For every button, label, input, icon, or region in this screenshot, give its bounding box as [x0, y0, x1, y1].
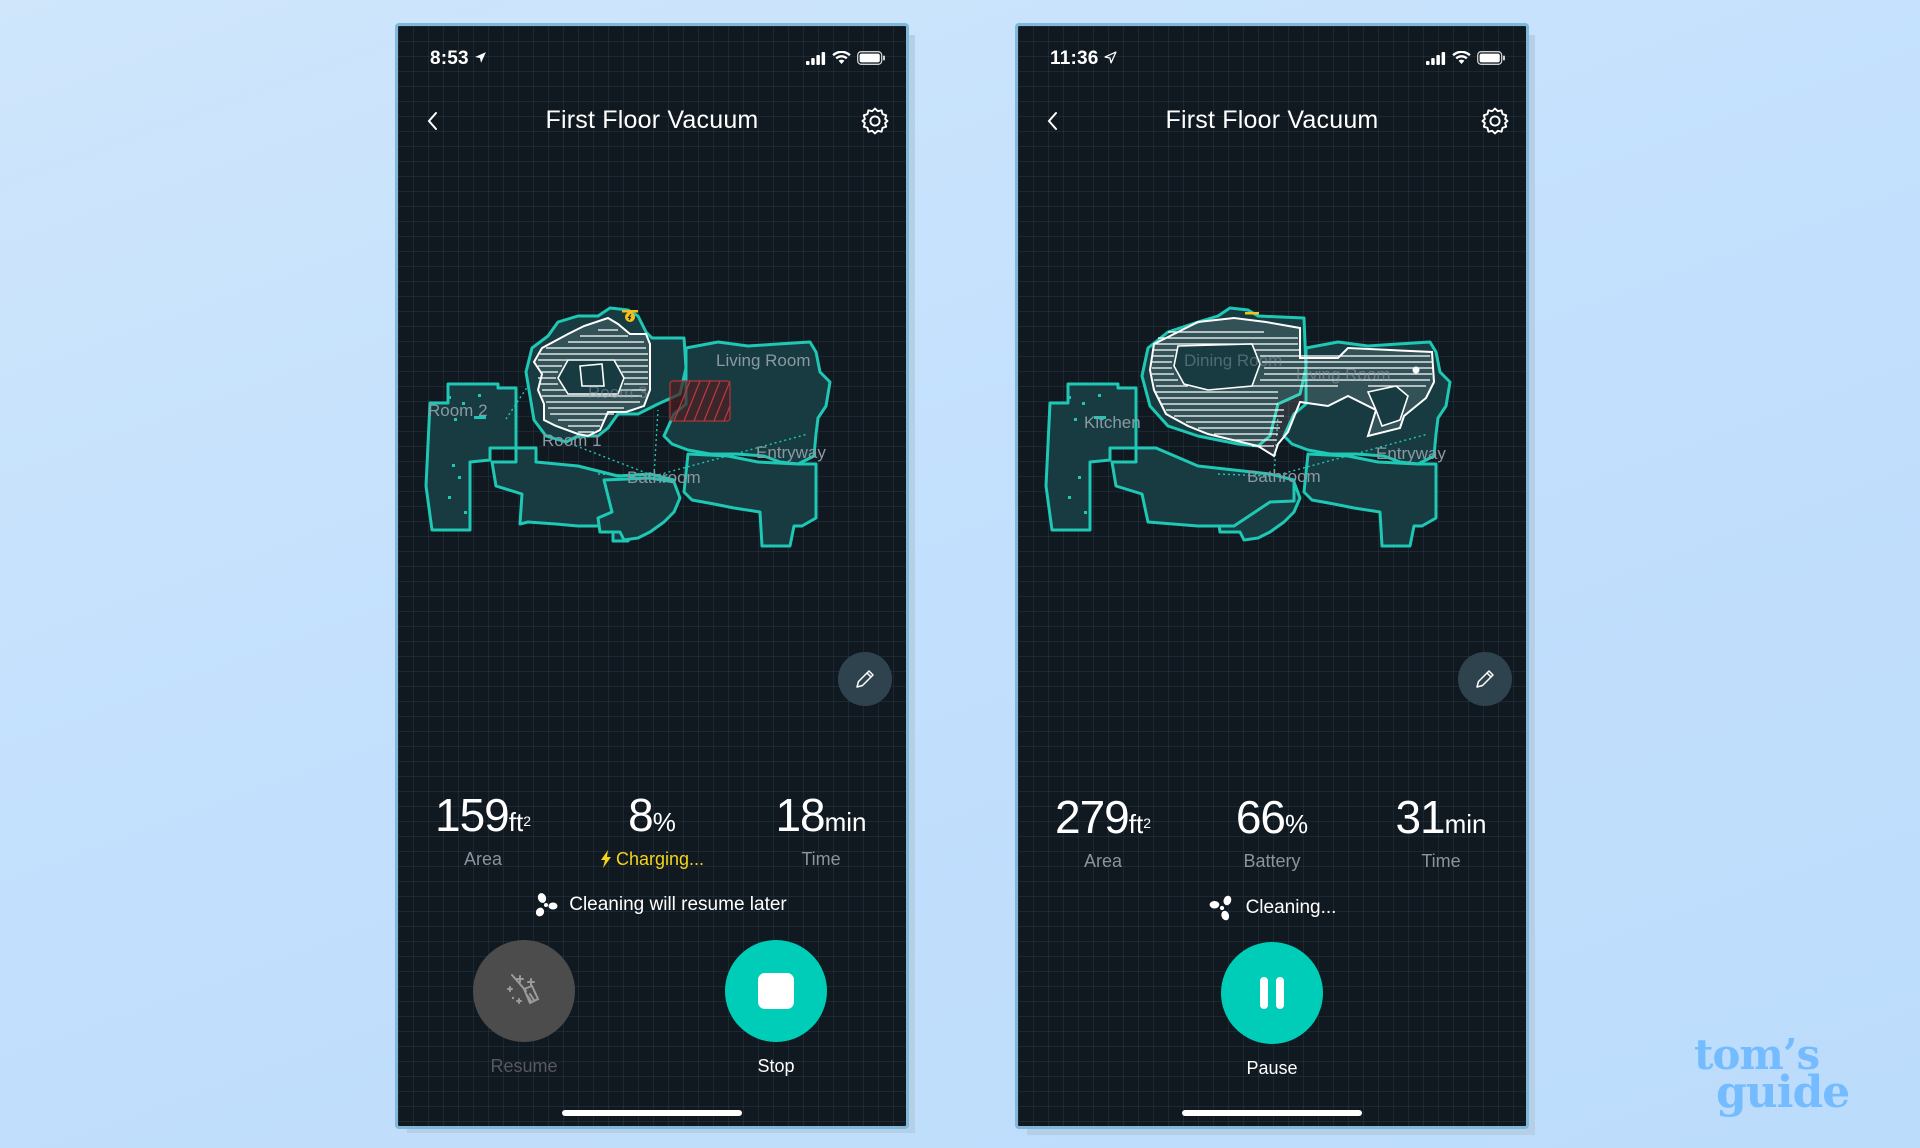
- room-label: Bathroom: [627, 468, 701, 487]
- status-bar: 11:36: [1018, 46, 1526, 76]
- charging-dock-icon: [1245, 312, 1259, 315]
- no-go-zone[interactable]: [669, 380, 731, 422]
- phone-screen-cleaning: 11:36 First Floor Vacuum Dining Room Kit…: [1015, 23, 1529, 1129]
- room-label: Room 2: [428, 401, 488, 420]
- fan-icon: [536, 893, 558, 917]
- header: First Floor Vacuum: [1018, 102, 1526, 142]
- room-label: Room 1: [542, 431, 602, 450]
- room-outline-kitchen: [1044, 382, 1138, 532]
- status-bar: 8:53: [398, 46, 906, 76]
- room-label: Living Room: [1296, 365, 1391, 384]
- floor-map-canvas: Dining Room Kitchen Living Room Entryway…: [1044, 306, 1452, 548]
- edit-map-button[interactable]: [838, 652, 892, 706]
- toms-guide-logo: tom’s guide: [1694, 1030, 1850, 1118]
- stat-time: 18min Time: [775, 789, 867, 869]
- home-indicator[interactable]: [1182, 1110, 1362, 1116]
- status-time: 11:36: [1050, 48, 1117, 70]
- pause-label: Pause: [1246, 1058, 1298, 1078]
- floor-map-canvas: Room 3 Room 2 Room 1 Living Room Entrywa…: [424, 306, 832, 548]
- edit-map-button[interactable]: [1458, 652, 1512, 706]
- room-label: Room 3: [588, 383, 648, 402]
- settings-button[interactable]: [858, 104, 892, 138]
- room-label: Kitchen: [1084, 413, 1141, 432]
- room-label: Dining Room: [1184, 351, 1282, 370]
- location-arrow-outline-icon: [1103, 48, 1117, 70]
- cleaning-status: Cleaning will resume later: [398, 892, 906, 918]
- wifi-icon: [1452, 50, 1471, 70]
- floor-map[interactable]: Dining Room Kitchen Living Room Entryway…: [1038, 286, 1508, 606]
- room-outline-entryway: [682, 452, 818, 548]
- settings-button[interactable]: [1478, 104, 1512, 138]
- cellular-signal-icon: [806, 51, 826, 70]
- stat-battery: 8% Charging...: [567, 790, 737, 870]
- room-outline-bathroom: [596, 476, 682, 542]
- room-label: Living Room: [716, 351, 811, 370]
- battery-icon: [1477, 51, 1506, 70]
- charging-status: Charging...: [567, 849, 737, 870]
- stat-battery: 66% Battery: [1235, 791, 1309, 871]
- stat-time: 31min Time: [1395, 791, 1487, 871]
- status-time: 8:53: [430, 48, 487, 70]
- header: First Floor Vacuum: [398, 102, 906, 142]
- floor-map[interactable]: Room 3 Room 2 Room 1 Living Room Entrywa…: [418, 286, 888, 606]
- broom-sparkle-icon: [507, 974, 540, 1005]
- stat-area: 159ft2 Area: [435, 789, 531, 869]
- robot-position-icon: [1412, 366, 1420, 374]
- cleaning-status: Cleaning...: [1018, 894, 1526, 922]
- lightning-bolt-icon: [600, 850, 611, 868]
- battery-icon: [857, 51, 886, 70]
- stop-label: Stop: [757, 1056, 795, 1076]
- pencil-icon: [856, 670, 874, 688]
- stat-area: 279ft2 Area: [1055, 791, 1151, 871]
- gear-icon: [861, 107, 889, 135]
- room-label: Entryway: [756, 443, 826, 462]
- pause-icon: [1260, 977, 1284, 1009]
- room-label: Bathroom: [1247, 467, 1321, 486]
- stop-icon: [758, 973, 794, 1009]
- page-title: First Floor Vacuum: [545, 106, 759, 134]
- stop-button[interactable]: [725, 940, 827, 1042]
- pencil-icon: [1476, 670, 1494, 688]
- phone-screen-charging: 8:53 First Floor Vacuum Room 3 Room 2 Ro…: [395, 23, 909, 1129]
- room-label: Entryway: [1376, 444, 1446, 463]
- pause-button[interactable]: [1221, 942, 1323, 1044]
- page-title: First Floor Vacuum: [1165, 106, 1379, 134]
- resume-label: Resume: [490, 1056, 558, 1076]
- wifi-icon: [832, 50, 851, 70]
- resume-button[interactable]: [473, 940, 575, 1042]
- home-indicator[interactable]: [562, 1110, 742, 1116]
- fan-icon: [1209, 895, 1231, 921]
- room-outline-entryway: [1302, 452, 1438, 548]
- cellular-signal-icon: [1426, 51, 1446, 70]
- location-arrow-filled-icon: [474, 48, 487, 70]
- gear-icon: [1481, 107, 1509, 135]
